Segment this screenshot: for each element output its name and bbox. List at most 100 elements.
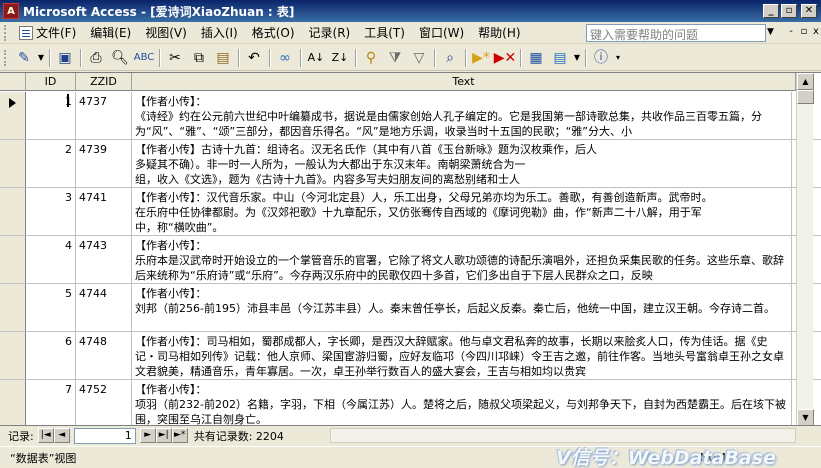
doc-restore-button[interactable]: ▫ [798, 26, 810, 38]
record-selector[interactable] [0, 380, 26, 425]
cut-icon[interactable]: ✂ [164, 47, 186, 69]
record-selector[interactable] [0, 188, 26, 235]
menu-edit[interactable]: 编辑(E) [83, 23, 138, 43]
toolbar-options-icon[interactable]: ▾ [613, 47, 623, 69]
database-window-icon[interactable]: ▦ [525, 47, 547, 69]
doc-minimize-button[interactable]: - [785, 26, 797, 38]
first-record-button[interactable]: |◄ [37, 428, 54, 443]
cell-zzid[interactable]: 4737 [76, 92, 132, 139]
cell-id[interactable]: 3 [26, 188, 76, 235]
filter-selection-icon[interactable]: ⚲ [360, 47, 382, 69]
close-button[interactable]: ✕ [801, 4, 817, 18]
record-selector[interactable] [0, 92, 26, 139]
cell-text[interactable]: 【作者小传】古诗十九首：组诗名。汉无名氏作（其中有八首《玉台新咏》题为汉枚乘作，… [132, 140, 792, 187]
record-selector[interactable] [0, 236, 26, 283]
cell-zzid[interactable]: 4752 [76, 380, 132, 425]
cell-zzid[interactable]: 4748 [76, 332, 132, 379]
menu-tools[interactable]: 工具(T) [357, 23, 412, 43]
record-selector[interactable] [0, 332, 26, 379]
table-row[interactable]: 3 4741 【作者小传】：汉代音乐家。中山（今河北定县）人，乐工出身，父母兄弟… [0, 188, 821, 236]
toolbar-separator [80, 48, 81, 67]
menubar-grip[interactable] [4, 24, 8, 41]
restore-button[interactable]: ▫ [781, 4, 797, 18]
toolbar-separator [585, 48, 586, 67]
cell-zzid[interactable]: 4744 [76, 284, 132, 331]
scroll-thumb[interactable] [797, 90, 814, 104]
help-icon[interactable]: ⓘ [590, 47, 612, 69]
new-object-icon[interactable]: ▤ [549, 47, 571, 69]
cell-id[interactable]: 7 [26, 380, 76, 425]
help-dropdown-icon[interactable]: ▼ [767, 27, 774, 37]
cell-id[interactable]: 4 [26, 236, 76, 283]
table-row[interactable]: 7 4752 【作者小传】： 项羽（前232-前202）名籍，字羽，下相（今属江… [0, 380, 821, 425]
new-record-button[interactable]: ►* [171, 428, 188, 443]
menu-view[interactable]: 视图(V) [138, 23, 194, 43]
cell-zzid[interactable]: 4739 [76, 140, 132, 187]
vertical-scrollbar[interactable]: ▲ ▼ [796, 73, 814, 425]
record-selector[interactable] [0, 284, 26, 331]
cell-text[interactable]: 【作者小传】：汉代音乐家。中山（今河北定县）人，乐工出身，父母兄弟亦均为乐工。善… [132, 188, 792, 235]
apply-filter-icon[interactable]: ▽ [408, 47, 430, 69]
copy-icon[interactable]: ⧉ [188, 47, 210, 69]
view-dropdown-icon[interactable]: ▼ [36, 47, 46, 69]
toolbar-grip[interactable] [4, 49, 8, 66]
view-design-icon[interactable]: ✎ [13, 47, 35, 69]
help-question-input[interactable]: 键入需要帮助的问题 [586, 24, 766, 42]
column-header-text[interactable]: Text [132, 73, 796, 91]
table-row[interactable]: 1 4737 【作者小传】： 《诗经》约在公元前六世纪中叶编纂成书，据说是由儒家… [0, 92, 821, 140]
column-header-zzid[interactable]: ZZID [76, 73, 132, 91]
cell-text[interactable]: 【作者小传】： 刘邦（前256-前195）沛县丰邑（今江苏丰县）人。秦末曾任亭长… [132, 284, 792, 331]
filter-form-icon[interactable]: ⧩ [384, 47, 406, 69]
scroll-up-icon[interactable]: ▲ [797, 73, 814, 90]
cell-zzid[interactable]: 4743 [76, 236, 132, 283]
cell-zzid[interactable]: 4741 [76, 188, 132, 235]
spell-check-icon[interactable]: ABC [133, 47, 155, 69]
menu-insert[interactable]: 插入(I) [194, 23, 245, 43]
new-object-dropdown-icon[interactable]: ▼ [572, 47, 582, 69]
menu-file[interactable]: 文件(F) [12, 23, 83, 43]
cell-id[interactable]: 6 [26, 332, 76, 379]
menu-records[interactable]: 记录(R) [302, 23, 358, 43]
doc-close-button[interactable]: x [810, 26, 821, 38]
new-record-icon[interactable]: ▶* [470, 47, 492, 69]
undo-icon[interactable]: ↶ [243, 47, 265, 69]
find-icon[interactable]: ⌕ [439, 47, 461, 69]
cell-id[interactable]: 5 [26, 284, 76, 331]
cell-text[interactable]: 【作者小传】： 《诗经》约在公元前六世纪中叶编纂成书，据说是由儒家创始人孔子编定… [132, 92, 792, 139]
scroll-down-icon[interactable]: ▼ [797, 409, 814, 425]
select-all-corner[interactable] [0, 73, 26, 91]
menu-format[interactable]: 格式(O) [245, 23, 302, 43]
record-selector[interactable] [0, 140, 26, 187]
toolbar-separator [465, 48, 466, 67]
save-icon[interactable]: ▣ [54, 47, 76, 69]
sort-asc-icon[interactable]: A↓ [305, 47, 327, 69]
cell-text[interactable]: 【作者小传】： 项羽（前232-前202）名籍，字羽，下相（今属江苏）人。楚将之… [132, 380, 792, 425]
sort-desc-icon[interactable]: Z↓ [329, 47, 351, 69]
delete-record-icon[interactable]: ▶✕ [494, 47, 517, 69]
last-record-button[interactable]: ►| [155, 428, 172, 443]
previous-record-button[interactable]: ◄ [53, 428, 70, 443]
window-title: Microsoft Access - [爱诗词XiaoZhuan : 表] [23, 4, 295, 19]
horizontal-scrollbar[interactable] [330, 428, 796, 443]
access-app-icon[interactable]: A [3, 3, 19, 19]
column-header-id[interactable]: ID [26, 73, 76, 91]
toolbar-separator [269, 48, 270, 67]
minimize-button[interactable]: _ [763, 4, 779, 18]
table-row[interactable]: 6 4748 【作者小传】：司马相如，蜀郡成都人，字长卿，是西汉大辞赋家。他与卓… [0, 332, 821, 380]
hyperlink-icon[interactable]: ∞ [274, 47, 296, 69]
menu-help[interactable]: 帮助(H) [471, 23, 527, 43]
table-row[interactable]: 5 4744 【作者小传】： 刘邦（前256-前195）沛县丰邑（今江苏丰县）人… [0, 284, 821, 332]
paste-icon[interactable]: ▤ [212, 47, 234, 69]
datasheet[interactable]: ID ZZID Text 1 4737 【作者小传】： 《诗经》约在公元前六世纪… [0, 72, 821, 425]
table-row[interactable]: 4 4743 【作者小传】： 乐府本是汉武帝时开始设立的一个掌管音乐的官署，它除… [0, 236, 821, 284]
next-record-button[interactable]: ► [139, 428, 156, 443]
menu-window[interactable]: 窗口(W) [412, 23, 471, 43]
cell-text[interactable]: 【作者小传】： 乐府本是汉武帝时开始设立的一个掌管音乐的官署，它除了将文人歌功颂… [132, 236, 792, 283]
cell-id[interactable]: 2 [26, 140, 76, 187]
print-preview-icon[interactable]: 🔍︎ [109, 47, 131, 69]
record-number-input[interactable] [73, 427, 136, 444]
table-row[interactable]: 2 4739 【作者小传】古诗十九首：组诗名。汉无名氏作（其中有八首《玉台新咏》… [0, 140, 821, 188]
title-bar[interactable]: A Microsoft Access - [爱诗词XiaoZhuan : 表] … [0, 0, 821, 22]
print-icon[interactable]: ⎙ [85, 47, 107, 69]
cell-text[interactable]: 【作者小传】：司马相如，蜀郡成都人，字长卿，是西汉大辞赋家。他与卓文君私奔的故事… [132, 332, 792, 379]
